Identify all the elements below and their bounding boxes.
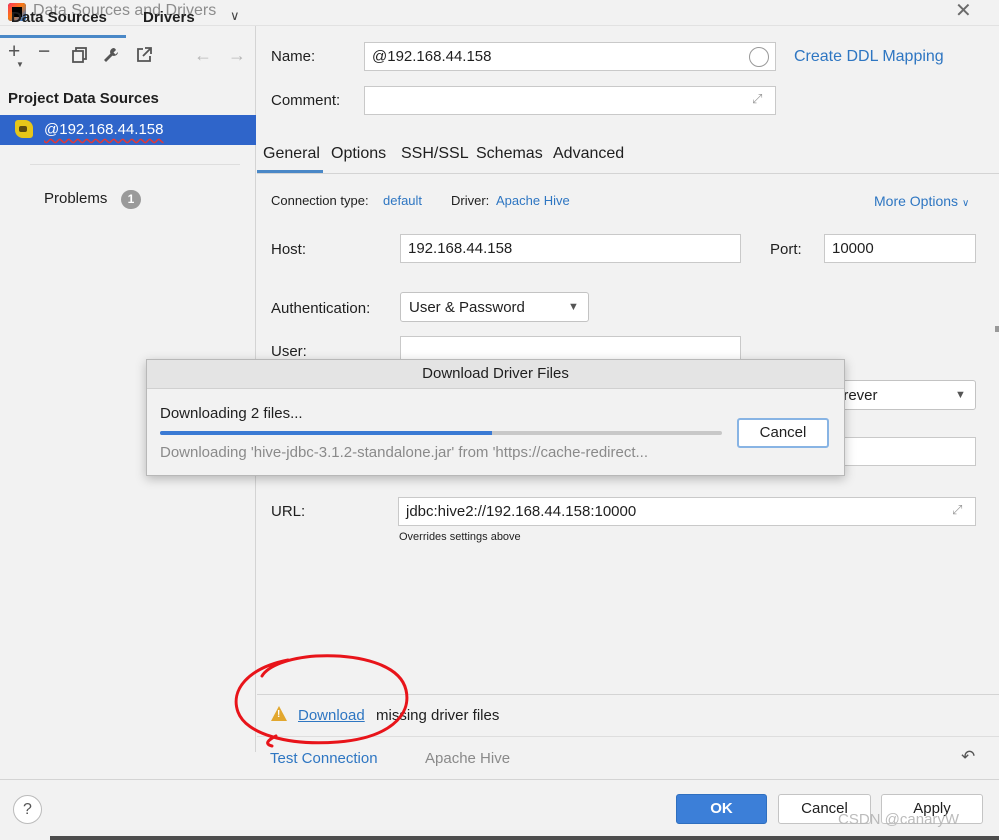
- color-picker-icon[interactable]: [749, 47, 769, 67]
- problems-label[interactable]: Problems: [44, 190, 107, 207]
- driver-link[interactable]: Apache Hive: [496, 193, 570, 208]
- divider: [0, 779, 999, 780]
- remove-icon[interactable]: −: [38, 41, 50, 62]
- connection-type-link[interactable]: default: [383, 193, 422, 208]
- comment-input[interactable]: [364, 86, 776, 115]
- add-dropdown-caret-icon[interactable]: ▼: [16, 60, 24, 69]
- connection-type-label: Connection type:: [271, 193, 369, 208]
- tab-data-sources[interactable]: Data Sources: [11, 9, 107, 26]
- save-password-select[interactable]: orever: [826, 380, 976, 410]
- host-label: Host:: [271, 241, 307, 258]
- active-tab-indicator: [0, 35, 126, 38]
- forward-arrow-icon[interactable]: →: [228, 46, 246, 64]
- copy-icon[interactable]: [71, 46, 89, 67]
- download-status: Downloading 2 files...: [160, 405, 303, 422]
- tab-general[interactable]: General: [263, 145, 320, 163]
- jump-to-source-icon[interactable]: [135, 46, 153, 67]
- authentication-label: Authentication:: [271, 300, 371, 317]
- download-driver-dialog: Download Driver Files Downloading 2 file…: [146, 359, 845, 476]
- close-icon[interactable]: ✕: [955, 0, 972, 22]
- driver-name: Apache Hive: [425, 750, 511, 767]
- revert-icon[interactable]: ↶: [961, 747, 975, 767]
- tab-schemas[interactable]: Schemas: [476, 145, 543, 163]
- port-input[interactable]: 10000: [824, 234, 976, 263]
- problems-count-badge: 1: [121, 190, 141, 209]
- red-circle-annotation: [234, 654, 409, 748]
- expand-icon[interactable]: ⤢: [752, 91, 762, 107]
- add-icon[interactable]: +: [8, 41, 20, 62]
- driver-label: Driver:: [451, 193, 490, 208]
- create-ddl-mapping-link[interactable]: Create DDL Mapping: [794, 48, 944, 66]
- dialog-cancel-button[interactable]: Cancel: [737, 418, 829, 448]
- hive-icon: [15, 120, 33, 138]
- dropdown-arrow-icon[interactable]: ▼: [955, 389, 966, 401]
- chevron-down-icon: ∨: [961, 198, 970, 209]
- progress-bar: [160, 431, 722, 435]
- data-source-item[interactable]: @192.168.44.158: [0, 115, 256, 145]
- database-input[interactable]: [826, 437, 976, 466]
- section-header: Project Data Sources: [8, 90, 159, 107]
- dialog-title: Download Driver Files: [422, 365, 569, 382]
- chevron-down-icon[interactable]: ∨: [230, 8, 240, 24]
- expand-icon[interactable]: ⤢: [952, 502, 962, 518]
- more-options-label: More Options: [874, 193, 959, 209]
- tab-drivers[interactable]: Drivers: [143, 9, 195, 26]
- data-source-label: @192.168.44.158: [44, 121, 164, 138]
- scrollbar-marker: [995, 326, 999, 332]
- progress-fill: [160, 431, 492, 435]
- url-input[interactable]: jdbc:hive2://192.168.44.158:10000: [398, 497, 976, 526]
- name-label: Name:: [271, 48, 316, 65]
- authentication-select[interactable]: User & Password: [400, 292, 589, 322]
- bottom-edge-bar: [50, 836, 999, 840]
- more-options-link[interactable]: More Options ∨: [874, 193, 969, 209]
- download-detail: Downloading 'hive-jdbc-3.1.2-standalone.…: [160, 444, 648, 461]
- wrench-icon[interactable]: [102, 46, 120, 67]
- port-label: Port:: [770, 241, 802, 258]
- help-icon[interactable]: ?: [13, 795, 42, 824]
- watermark: CSDN @canaryW: [838, 811, 960, 828]
- url-hint: Overrides settings above: [399, 531, 521, 543]
- divider: [257, 173, 999, 174]
- user-label: User:: [271, 343, 307, 360]
- test-connection-link[interactable]: Test Connection: [270, 750, 378, 767]
- back-arrow-icon[interactable]: ←: [194, 46, 212, 64]
- tab-options[interactable]: Options: [331, 145, 386, 163]
- ok-button[interactable]: OK: [676, 794, 767, 824]
- tab-ssh-ssl[interactable]: SSH/SSL: [401, 145, 469, 163]
- divider: [30, 164, 240, 165]
- dialog-header: Download Driver Files: [147, 360, 844, 389]
- host-input[interactable]: 192.168.44.158: [400, 234, 741, 263]
- url-label: URL:: [271, 503, 306, 520]
- tab-advanced[interactable]: Advanced: [553, 145, 624, 163]
- name-input[interactable]: @192.168.44.158: [364, 42, 776, 71]
- dropdown-arrow-icon[interactable]: ▼: [568, 301, 579, 313]
- comment-label: Comment:: [271, 92, 341, 109]
